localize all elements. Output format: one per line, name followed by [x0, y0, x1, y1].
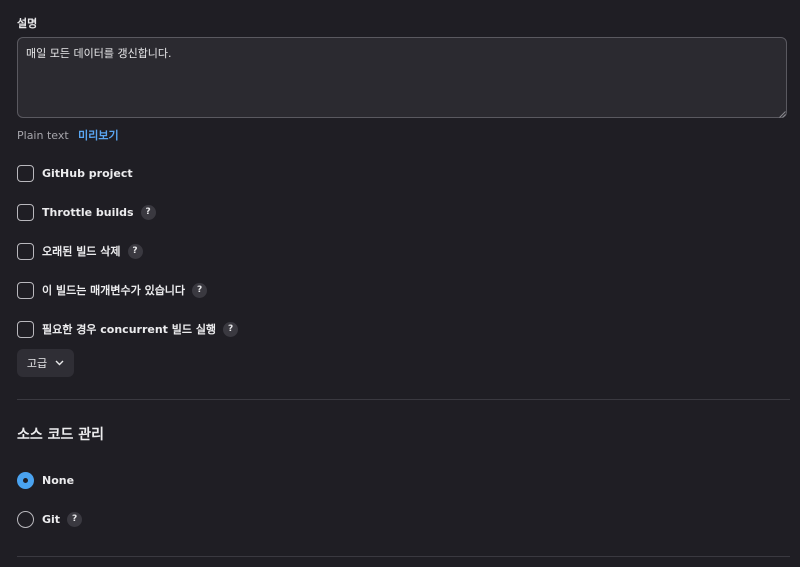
github-project-checkbox[interactable] [17, 164, 34, 182]
plain-text-label: Plain text [17, 129, 69, 142]
option-discard-old-builds[interactable]: 오래된 빌드 삭제 ? [17, 241, 143, 261]
scm-section-title: 소스 코드 관리 [17, 427, 105, 443]
option-github-project[interactable]: GitHub project [17, 163, 133, 183]
format-row: Plain text 미리보기 [17, 127, 119, 143]
option-label: 이 빌드는 매개변수가 있습니다 [42, 284, 186, 297]
resize-grip-icon[interactable] [779, 111, 786, 118]
chevron-down-icon [55, 360, 64, 366]
option-label: 오래된 빌드 삭제 [42, 245, 121, 258]
section-divider [17, 556, 790, 557]
option-parameterized[interactable]: 이 빌드는 매개변수가 있습니다 ? [17, 280, 208, 300]
advanced-button[interactable]: 고급 [17, 349, 74, 377]
option-label: GitHub project [42, 166, 133, 180]
option-label: 필요한 경우 concurrent 빌드 실행 [42, 323, 217, 336]
option-label: Throttle builds [42, 205, 134, 219]
none-radio[interactable] [17, 471, 34, 489]
section-divider [17, 399, 790, 400]
help-icon[interactable]: ? [140, 204, 156, 220]
option-label: Git [42, 512, 61, 526]
option-throttle-builds[interactable]: Throttle builds ? [17, 202, 156, 222]
parameterized-checkbox[interactable] [17, 281, 34, 299]
help-icon[interactable]: ? [127, 243, 143, 259]
option-label: None [42, 473, 75, 487]
advanced-button-label: 고급 [26, 357, 48, 370]
help-icon[interactable]: ? [192, 282, 208, 298]
help-icon[interactable]: ? [67, 511, 83, 527]
throttle-builds-checkbox[interactable] [17, 203, 34, 221]
scm-option-none[interactable]: None [17, 470, 74, 490]
description-textarea[interactable]: 매일 모든 데이터를 갱신합니다. [17, 37, 787, 118]
help-icon[interactable]: ? [223, 321, 239, 337]
preview-link[interactable]: 미리보기 [78, 129, 118, 142]
description-label: 설명 [17, 17, 38, 30]
option-concurrent-builds[interactable]: 필요한 경우 concurrent 빌드 실행 ? [17, 319, 239, 339]
scm-option-git[interactable]: Git ? [17, 509, 83, 529]
git-radio[interactable] [17, 510, 34, 528]
discard-old-builds-checkbox[interactable] [17, 242, 34, 260]
concurrent-builds-checkbox[interactable] [17, 320, 34, 338]
